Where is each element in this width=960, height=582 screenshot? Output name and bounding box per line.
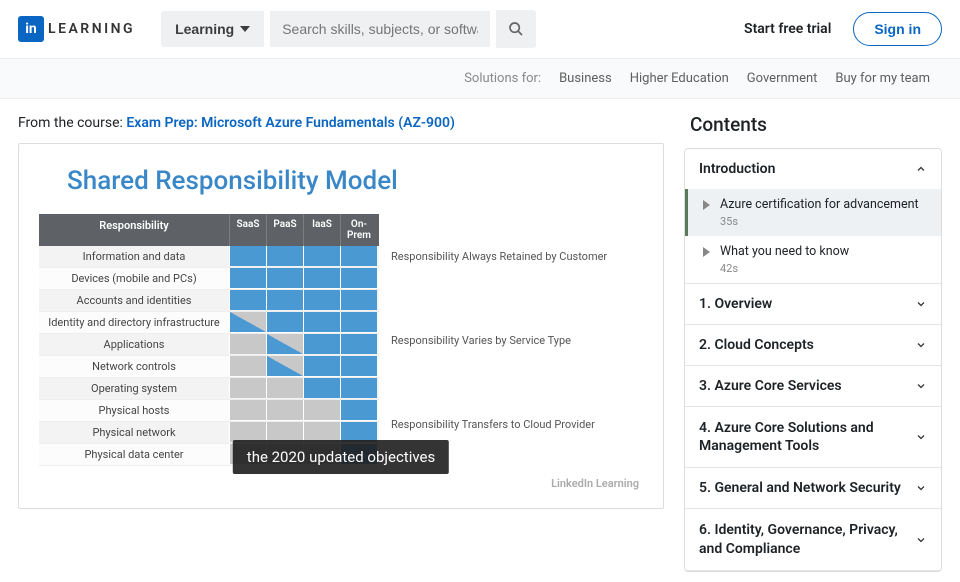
note-customer: Responsibility Always Retained by Custom… [391,250,643,263]
table-row: Information and data [39,246,379,268]
section-head-introduction[interactable]: Introduction [685,149,941,189]
responsibility-table: Responsibility SaaS PaaS IaaS On-Prem In… [39,214,643,466]
section-title: 3. Azure Core Services [699,378,842,394]
search-input[interactable] [270,11,490,47]
chevron-down-icon [915,380,927,392]
section-overview: 1. Overview [685,284,941,325]
learning-dropdown-label: Learning [175,21,234,37]
section-head[interactable]: 5. General and Network Security [685,468,941,508]
video-player[interactable]: Shared Responsibility Model Responsibili… [18,143,664,509]
contents-title: Contents [690,113,942,136]
chevron-down-icon [915,482,927,494]
search-icon [508,21,524,37]
table-row: Applications [39,334,379,356]
table-row: Physical hosts [39,400,379,422]
th-paas: PaaS [266,214,303,246]
linkedin-icon: in [18,16,44,42]
play-icon [703,247,710,257]
lesson-item[interactable]: What you need to know 42s [685,236,941,283]
learning-label: LEARNING [48,21,135,37]
chevron-down-icon [915,339,927,351]
learning-dropdown[interactable]: Learning [161,11,264,47]
section-head[interactable]: 4. Azure Core Solutions and Management T… [685,407,941,467]
table-row: Devices (mobile and PCs) [39,268,379,290]
table-row: Identity and directory infrastructure [39,312,379,334]
breadcrumb: From the course: Exam Prep: Microsoft Az… [18,115,664,131]
logo[interactable]: in LEARNING [18,16,135,42]
from-course-prefix: From the course: [18,115,126,131]
section-head[interactable]: 2. Cloud Concepts [685,325,941,365]
chevron-down-icon [240,26,250,32]
left-column: From the course: Exam Prep: Microsoft Az… [18,109,664,572]
section-introduction: Introduction Azure certification for adv… [685,149,941,284]
table-row: Network controls [39,356,379,378]
section-title: 1. Overview [699,296,772,312]
main-content: From the course: Exam Prep: Microsoft Az… [0,99,960,582]
section-title: Introduction [699,161,775,177]
watermark: LinkedIn Learning [551,477,639,490]
table-row: Accounts and identities [39,290,379,312]
video-caption: the 2020 updated objectives [233,440,449,474]
contents-sidebar: Contents Introduction Azure certificatio… [684,109,942,572]
table-row: Operating system [39,378,379,400]
lesson-title: Azure certification for advancement [720,197,919,212]
subnav-business[interactable]: Business [559,71,612,86]
lesson-duration: 35s [720,215,919,228]
section-cloud-concepts: 2. Cloud Concepts [685,325,941,366]
section-security: 5. General and Network Security [685,468,941,509]
lesson-title: What you need to know [720,244,849,259]
section-identity: 6. Identity, Governance, Privacy, and Co… [685,509,941,570]
table-notes: Responsibility Always Retained by Custom… [379,214,643,466]
table-header: Responsibility SaaS PaaS IaaS On-Prem [39,214,379,246]
main-header: in LEARNING Learning Start free trial Si… [0,0,960,58]
subnav-government[interactable]: Government [747,71,818,86]
th-iaas: IaaS [303,214,340,246]
section-title: 2. Cloud Concepts [699,337,814,353]
contents-list: Introduction Azure certification for adv… [684,148,942,572]
section-core-services: 3. Azure Core Services [685,366,941,407]
subnav-buy-team[interactable]: Buy for my team [835,71,930,86]
chevron-down-icon [915,298,927,310]
note-varies: Responsibility Varies by Service Type [391,334,643,347]
section-head[interactable]: 6. Identity, Governance, Privacy, and Co… [685,509,941,569]
slide-title: Shared Responsibility Model [67,166,643,196]
signin-button[interactable]: Sign in [853,12,942,46]
section-title: 5. General and Network Security [699,480,901,496]
subnav-label: Solutions for: [464,71,541,86]
section-core-solutions: 4. Azure Core Solutions and Management T… [685,407,941,468]
section-title: 6. Identity, Governance, Privacy, and Co… [699,521,909,557]
lesson-duration: 42s [720,262,849,275]
play-icon [703,200,710,210]
lesson-item[interactable]: Azure certification for advancement 35s [685,189,941,236]
th-responsibility: Responsibility [39,214,229,246]
note-provider: Responsibility Transfers to Cloud Provid… [391,418,643,431]
th-onprem: On-Prem [340,214,377,246]
subnav-higher-ed[interactable]: Higher Education [630,71,729,86]
solutions-subnav: Solutions for: Business Higher Education… [0,58,960,99]
chevron-down-icon [915,534,927,546]
chevron-down-icon [915,431,927,443]
section-head[interactable]: 1. Overview [685,284,941,324]
course-link[interactable]: Exam Prep: Microsoft Azure Fundamentals … [126,115,455,131]
search-button[interactable] [496,10,536,48]
chevron-up-icon [915,163,927,175]
start-trial-link[interactable]: Start free trial [744,21,831,37]
th-saas: SaaS [229,214,266,246]
section-title: 4. Azure Core Solutions and Management T… [699,419,899,455]
section-head[interactable]: 3. Azure Core Services [685,366,941,406]
